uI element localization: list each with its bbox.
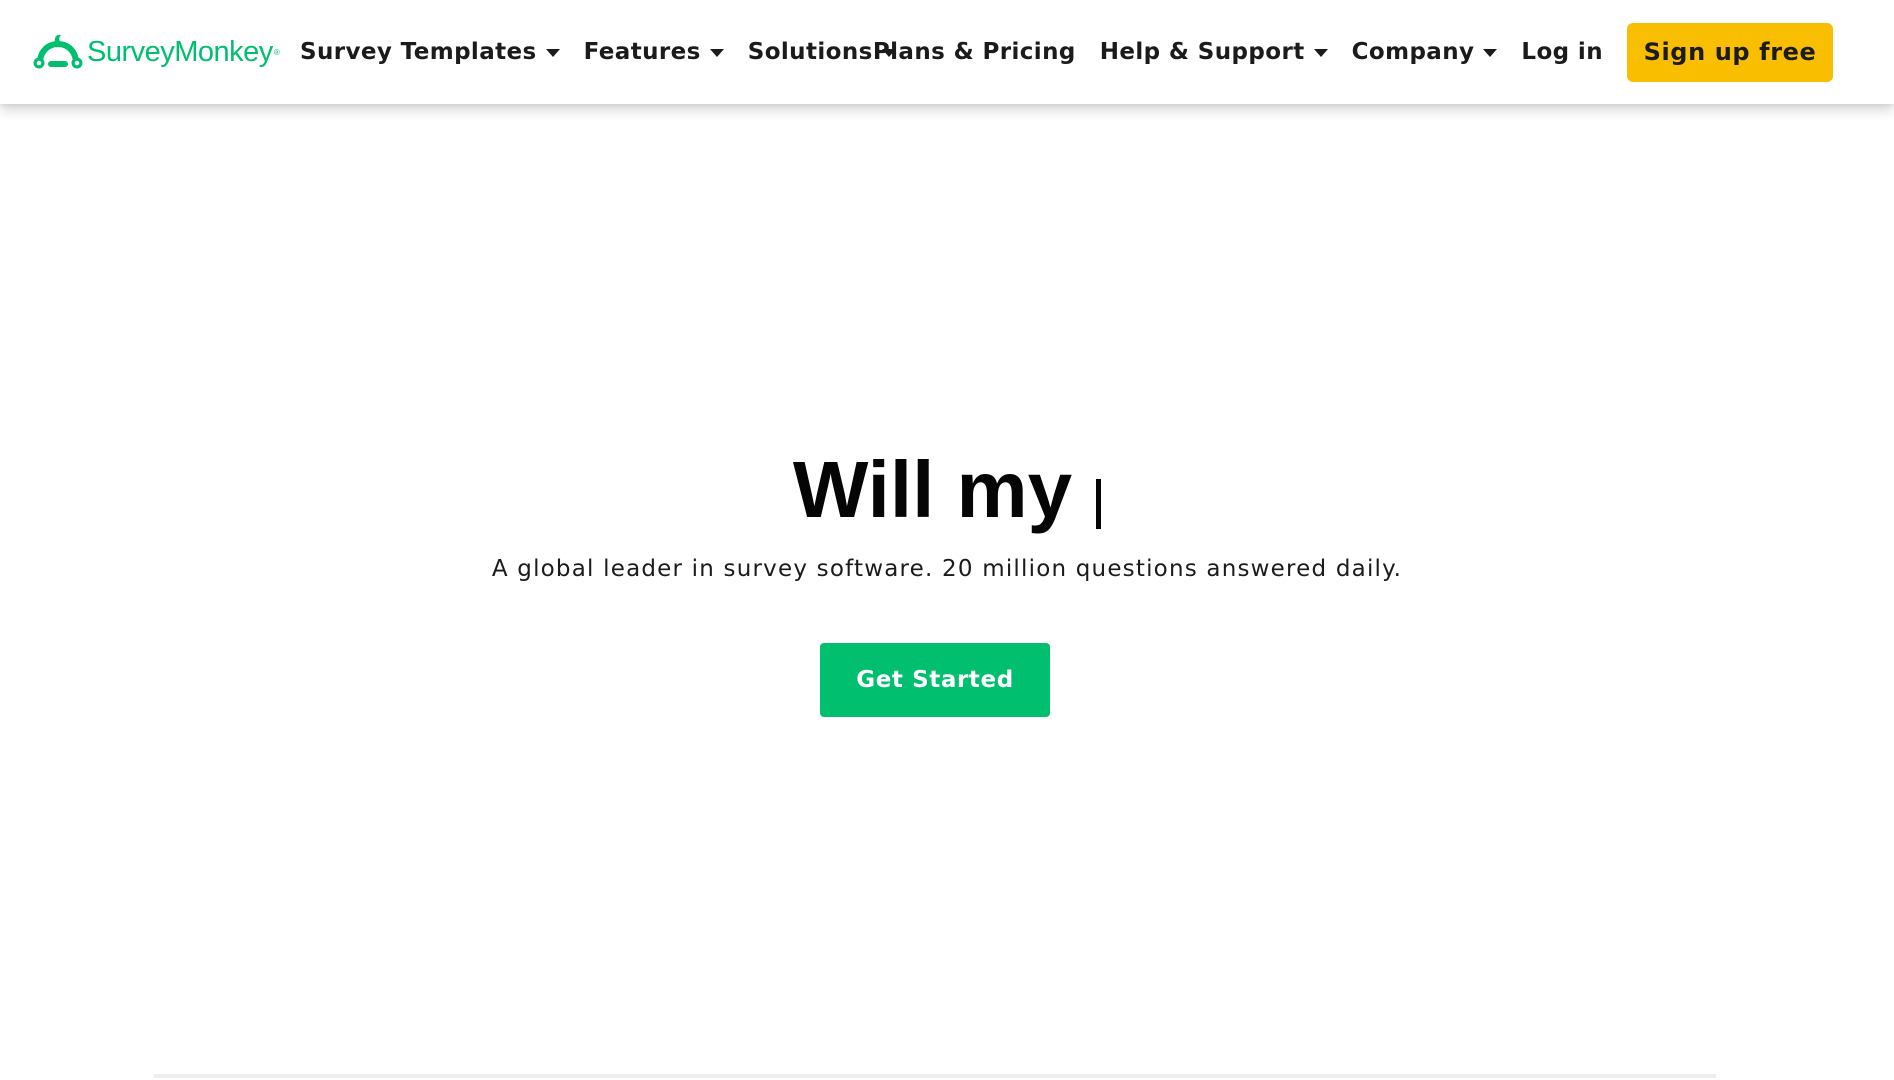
secondary-nav: Plans & Pricing Help & Support Company L… bbox=[849, 0, 1833, 104]
caret-down-icon bbox=[545, 49, 560, 57]
caret-down-icon bbox=[1313, 49, 1328, 57]
hero-headline-text: Will my bbox=[792, 445, 1073, 534]
nav-company-label: Company bbox=[1351, 39, 1475, 65]
nav-survey-templates[interactable]: Survey Templates bbox=[300, 39, 560, 65]
nav-help-support[interactable]: Help & Support bbox=[1100, 39, 1328, 65]
page: SurveyMonkey ® Survey Templates Features … bbox=[0, 0, 1894, 1080]
nav-survey-templates-label: Survey Templates bbox=[300, 39, 537, 65]
primary-nav: Survey Templates Features Solutions bbox=[300, 0, 920, 104]
registered-mark: ® bbox=[273, 47, 280, 57]
nav-features-label: Features bbox=[583, 39, 701, 65]
monkey-logo-icon bbox=[33, 34, 83, 69]
section-divider bbox=[154, 1074, 1716, 1078]
nav-log-in[interactable]: Log in bbox=[1521, 39, 1603, 65]
nav-log-in-label: Log in bbox=[1521, 39, 1603, 65]
hero-subtitle: A global leader in survey software. 20 m… bbox=[491, 556, 1403, 582]
nav-company[interactable]: Company bbox=[1352, 39, 1498, 65]
nav-features[interactable]: Features bbox=[584, 39, 724, 65]
nav-plans-pricing[interactable]: Plans & Pricing bbox=[873, 39, 1076, 65]
nav-plans-pricing-label: Plans & Pricing bbox=[872, 39, 1076, 65]
hero-headline: Will my bbox=[0, 442, 1894, 538]
sign-up-free-button[interactable]: Sign up free bbox=[1627, 22, 1833, 82]
site-header: SurveyMonkey ® Survey Templates Features … bbox=[0, 0, 1894, 104]
logo-wordmark: SurveyMonkey bbox=[87, 35, 273, 68]
nav-help-support-label: Help & Support bbox=[1099, 39, 1305, 65]
typing-cursor bbox=[1096, 479, 1102, 529]
surveymonkey-logo[interactable]: SurveyMonkey ® bbox=[33, 31, 280, 73]
caret-down-icon bbox=[709, 49, 724, 57]
get-started-button[interactable]: Get Started bbox=[820, 643, 1050, 717]
caret-down-icon bbox=[1483, 49, 1498, 57]
